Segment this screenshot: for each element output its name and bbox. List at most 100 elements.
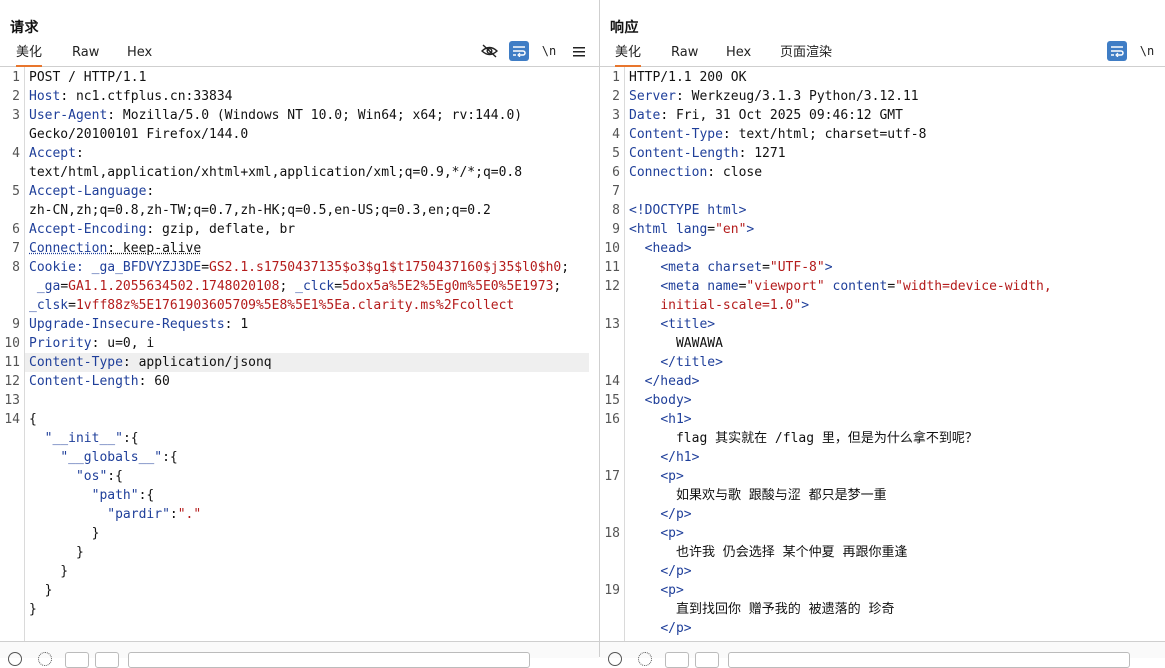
request-panel: 请求 美化 Raw Hex \n 1 POST / HTTP/1.1 2 Host: … (0, 0, 599, 657)
code-token: : keep-alive (107, 241, 201, 256)
code-token: : Fri, 31 Oct 2025 09:46:12 GMT (660, 108, 903, 123)
code-token (629, 621, 660, 636)
code-token: : text/html; charset=utf-8 (723, 127, 927, 142)
code-text: Content-Type: text/html; charset=utf-8 (629, 125, 1161, 144)
wrap-lines-icon[interactable] (1107, 41, 1127, 61)
help-icon[interactable] (608, 652, 622, 666)
code-token (629, 355, 660, 370)
code-text: Content-Type: application/jsonq (29, 353, 595, 372)
code-line: WAWAWA (600, 334, 1165, 353)
line-number: 18 (600, 524, 620, 543)
code-token: _ga (29, 279, 60, 294)
code-token: > (801, 298, 809, 313)
code-line: 如果欢与歌 跟酸与涩 都只是梦一重 (600, 486, 1165, 505)
response-title: 响应 (610, 17, 639, 37)
request-tab-raw[interactable]: Raw (72, 44, 99, 65)
settings-icon[interactable] (638, 652, 652, 666)
request-search-input[interactable] (128, 652, 530, 668)
code-token: "UTF-8" (770, 260, 825, 275)
request-tab-hex[interactable]: Hex (127, 44, 152, 65)
response-editor[interactable]: 1 HTTP/1.1 200 OK 2 Server: Werkzeug/3.1.3 … (600, 67, 1165, 641)
request-tab-pretty[interactable]: 美化 (16, 44, 42, 67)
code-text: User-Agent: Mozilla/5.0 (Windows NT 10.0… (29, 106, 595, 125)
code-line: </p> (600, 619, 1165, 638)
line-number: 2 (600, 87, 620, 106)
code-line: 1 POST / HTTP/1.1 (0, 68, 599, 87)
response-search-bar (600, 641, 1165, 658)
next-match-button[interactable] (695, 652, 719, 668)
response-tab-hex[interactable]: Hex (726, 44, 751, 65)
menu-icon[interactable] (569, 41, 589, 61)
code-token: Connection (629, 165, 707, 180)
code-token (629, 279, 660, 294)
code-line: 7 (600, 182, 1165, 201)
code-token: : (170, 507, 178, 522)
code-line: } (0, 524, 599, 543)
code-token: Cookie (29, 260, 76, 275)
line-number: 5 (600, 144, 620, 163)
next-match-button[interactable] (95, 652, 119, 668)
code-text: Date: Fri, 31 Oct 2025 09:46:12 GMT (629, 106, 1161, 125)
code-token: } (29, 526, 99, 541)
code-token: content (825, 279, 888, 294)
line-number: 7 (600, 182, 620, 201)
code-text: 直到找回你 赠予我的 被遗落的 珍奇 (629, 600, 1161, 619)
code-token: GS2.1.s1750437135$o3$g1$t1750437160$j35$… (209, 260, 561, 275)
code-token: "viewport" (746, 279, 824, 294)
code-token (629, 412, 660, 427)
code-token: text/html,application/xhtml+xml,applicat… (29, 165, 522, 180)
request-editor[interactable]: 1 POST / HTTP/1.1 2 Host: nc1.ctfplus.cn:33… (0, 67, 599, 641)
code-line: 11 Content-Type: application/jsonq (0, 353, 599, 372)
code-token: "os" (76, 469, 107, 484)
show-newlines-button[interactable]: \n (1137, 41, 1157, 61)
code-line: flag 其实就在 /flag 里，但是为什么拿不到呢？ (600, 429, 1165, 448)
code-token (629, 374, 645, 389)
code-line: "__globals__":{ (0, 448, 599, 467)
code-line: "os":{ (0, 467, 599, 486)
response-tab-pretty[interactable]: 美化 (615, 44, 641, 67)
code-text: </p> (629, 562, 1161, 581)
line-number: 16 (600, 410, 620, 429)
prev-match-button[interactable] (65, 652, 89, 668)
code-token: } (29, 583, 52, 598)
code-token (629, 564, 660, 579)
response-tab-raw[interactable]: Raw (671, 44, 698, 65)
eye-off-icon[interactable] (479, 41, 499, 61)
response-tab-render[interactable]: 页面渲染 (780, 44, 832, 65)
request-search-bar (0, 641, 599, 658)
code-token: ; (279, 279, 295, 294)
response-search-input[interactable] (728, 652, 1130, 668)
code-line: 3 User-Agent: Mozilla/5.0 (Windows NT 10.… (0, 106, 599, 125)
code-token: </p> (660, 564, 691, 579)
code-token: = (334, 279, 342, 294)
show-newlines-button[interactable]: \n (539, 41, 559, 61)
code-line: 10 Priority: u=0, i (0, 334, 599, 353)
code-line: 6 Accept-Encoding: gzip, deflate, br (0, 220, 599, 239)
code-token (629, 450, 660, 465)
code-text: "__globals__":{ (29, 448, 595, 467)
newline-label: \n (1140, 44, 1154, 58)
code-text: Priority: u=0, i (29, 334, 595, 353)
code-token: <html (629, 222, 676, 237)
code-text: </head> (629, 372, 1161, 391)
code-token (629, 393, 645, 408)
code-text: flag 其实就在 /flag 里，但是为什么拿不到呢？ (629, 429, 1161, 448)
prev-match-button[interactable] (665, 652, 689, 668)
line-number: 3 (0, 106, 20, 125)
code-line: } (0, 581, 599, 600)
code-token: <body> (645, 393, 692, 408)
code-text: } (29, 562, 595, 581)
wrap-lines-icon[interactable] (509, 41, 529, 61)
code-text: 如果欢与歌 跟酸与涩 都只是梦一重 (629, 486, 1161, 505)
code-token: flag 其实就在 /flag 里，但是为什么拿不到呢？ (629, 431, 978, 446)
help-icon[interactable] (8, 652, 22, 666)
settings-icon[interactable] (38, 652, 52, 666)
code-token: <title> (660, 317, 715, 332)
code-line: 17 <p> (600, 467, 1165, 486)
line-number: 19 (600, 581, 620, 600)
code-text: Accept: (29, 144, 595, 163)
code-token (629, 317, 660, 332)
code-line: 1 HTTP/1.1 200 OK (600, 68, 1165, 87)
code-token: 也许我 仍会选择 某个仲夏 再跟你重逢 (629, 545, 907, 560)
code-line: 13 (0, 391, 599, 410)
